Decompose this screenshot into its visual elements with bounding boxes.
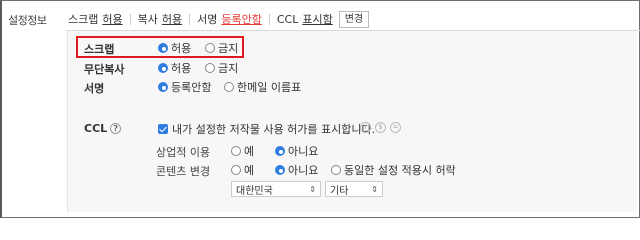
ccl-checkbox-label: 내가 설정한 저작물 사용 허가를 표시합니다.: [172, 123, 376, 136]
radio-icon: [231, 146, 241, 156]
sign-hanmail-radio[interactable]: 한메일 이름표: [224, 79, 301, 95]
attribution-icon: i: [360, 122, 371, 133]
commercial-yes-radio[interactable]: 예: [231, 143, 254, 159]
summary-ccl-key: CCL: [276, 12, 299, 26]
copy-deny-label: 금지: [218, 62, 239, 75]
radio-selected-icon: [275, 165, 285, 175]
question-icon[interactable]: ?: [110, 123, 122, 134]
sign-none-label: 등록안함: [171, 81, 212, 94]
other-select[interactable]: 기타 ⇕: [325, 181, 383, 197]
commercial-label: 상업적 이용: [156, 146, 211, 159]
summary-ccl-value[interactable]: 표시함: [302, 11, 332, 27]
select-arrows-icon: ⇕: [371, 184, 378, 194]
noderivs-icon: =: [390, 122, 401, 133]
ccl-label: CCL: [84, 122, 108, 135]
radio-icon: [231, 165, 241, 175]
summary-copy-value[interactable]: 허용: [162, 11, 182, 27]
copy-allow-label: 허용: [171, 62, 192, 75]
commercial-yes-label: 예: [244, 145, 255, 158]
radio-selected-icon: [275, 146, 285, 156]
divider: [129, 13, 131, 25]
radio-selected-icon: [158, 63, 168, 73]
modify-no-label: 아니요: [288, 164, 319, 177]
copy-allow-radio[interactable]: 허용: [158, 60, 191, 76]
radio-selected-icon: [158, 82, 168, 92]
country-select-value: 대한민국: [236, 185, 273, 197]
modify-same-label: 동일한 설정 적용시 허락: [344, 164, 456, 177]
sign-none-radio[interactable]: 등록안함: [158, 79, 211, 95]
radio-icon: [205, 63, 215, 73]
divider: [189, 13, 191, 25]
divider: [268, 13, 270, 25]
summary-sign-key: 서명: [197, 13, 218, 26]
commercial-no-radio[interactable]: 아니요: [275, 143, 318, 159]
summary-copy-key: 복사: [137, 13, 158, 26]
modify-label: 콘텐츠 변경: [156, 165, 211, 178]
noncommercial-icon: $: [375, 122, 386, 133]
commercial-no-label: 아니요: [288, 145, 319, 158]
modify-yes-label: 예: [244, 164, 255, 177]
radio-icon: [331, 165, 341, 175]
ccl-label-group: CCL ?: [84, 122, 122, 135]
modify-same-radio[interactable]: 동일한 설정 적용시 허락: [331, 162, 456, 178]
country-select[interactable]: 대한민국 ⇕: [231, 181, 321, 197]
sign-hanmail-label: 한메일 이름표: [237, 81, 302, 94]
settings-section-label: 설정정보: [8, 14, 47, 27]
summary-scrap-key: 스크랩: [68, 13, 99, 26]
modify-yes-radio[interactable]: 예: [231, 162, 254, 178]
radio-icon: [224, 82, 234, 92]
other-select-value: 기타: [330, 185, 349, 197]
edit-button[interactable]: 변경: [338, 10, 370, 28]
settings-summary: 스크랩 허용 복사 허용 서명 등록안함 CCL 표시함 변경: [68, 10, 370, 28]
summary-scrap-value[interactable]: 허용: [102, 11, 122, 27]
ccl-display-checkbox[interactable]: 내가 설정한 저작물 사용 허가를 표시합니다.: [158, 121, 375, 137]
modify-no-radio[interactable]: 아니요: [275, 162, 318, 178]
select-arrows-icon: ⇕: [309, 184, 316, 194]
copy-label: 무단복사: [84, 63, 125, 76]
sign-label: 서명: [84, 82, 105, 95]
copy-deny-radio[interactable]: 금지: [205, 60, 238, 76]
summary-sign-value[interactable]: 등록안함: [221, 11, 261, 27]
checkbox-checked-icon: [158, 124, 168, 134]
ccl-license-icons: i $ =: [356, 122, 401, 133]
scrap-highlight-box: [76, 36, 244, 58]
